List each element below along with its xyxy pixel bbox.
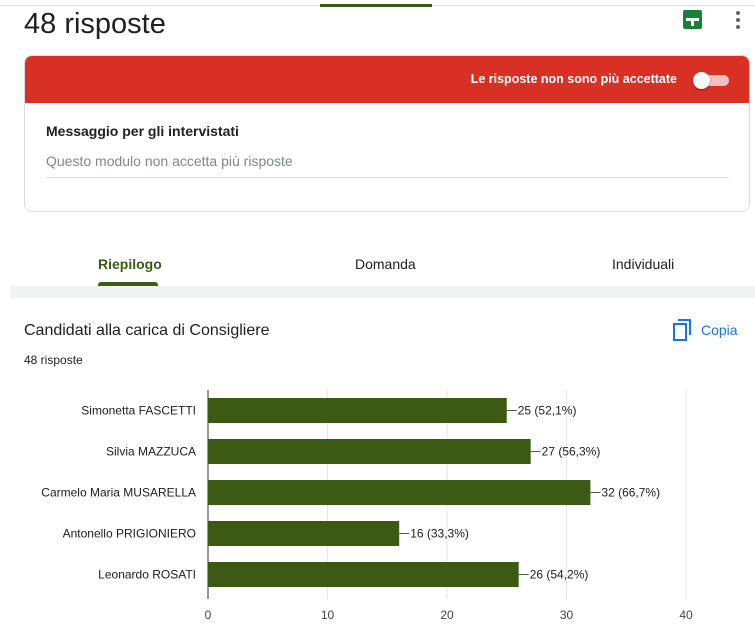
banner-text: Le risposte non sono più accettate: [470, 72, 677, 86]
bar: [208, 480, 591, 505]
toggle-thumb: [693, 72, 710, 89]
page-title: 48 risposte: [24, 8, 166, 40]
x-tick-label: 40: [679, 608, 693, 622]
category-label: Antonello PRIGIONIERO: [63, 527, 196, 541]
bar: [208, 562, 519, 587]
category-label: Silvia MAZZUCA: [106, 445, 196, 459]
bar: [208, 521, 400, 546]
tabs-divider: [10, 286, 755, 298]
category-label: Carmelo Maria MUSARELLA: [41, 486, 196, 500]
responses-card: Le risposte non sono più accettate Messa…: [24, 55, 750, 212]
data-label: 32 (66,7%): [601, 486, 660, 500]
x-tick-label: 30: [560, 608, 574, 622]
data-label: 25 (52,1%): [518, 404, 577, 418]
data-label: 27 (56,3%): [542, 445, 601, 459]
responses-status-banner: Le risposte non sono più accettate: [25, 56, 749, 103]
tab-individuali[interactable]: Individuali: [612, 256, 674, 272]
copy-label: Copia: [701, 322, 738, 338]
bar: [208, 439, 531, 464]
accept-responses-toggle[interactable]: [693, 72, 729, 89]
tab-domanda[interactable]: Domanda: [355, 256, 416, 272]
active-section-indicator: [320, 4, 432, 7]
message-label: Messaggio per gli intervistati: [46, 123, 239, 139]
copy-button[interactable]: Copia: [672, 318, 738, 342]
bar: [208, 398, 507, 423]
x-tick-label: 10: [321, 608, 335, 622]
category-label: Leonardo ROSATI: [98, 568, 196, 582]
question-title: Candidati alla carica di Consigliere: [24, 322, 270, 339]
x-tick-label: 0: [205, 608, 212, 622]
category-label: Simonetta FASCETTI: [81, 404, 196, 418]
x-tick-label: 20: [440, 608, 454, 622]
message-field[interactable]: Questo modulo non accetta più risposte: [46, 153, 729, 178]
response-count: 48 risposte: [24, 353, 83, 367]
more-vert-icon[interactable]: [736, 11, 740, 29]
bar-chart: 0 10 20 30 40 Simonetta FASCETTI 25 (52,1%) Sil…: [41, 390, 693, 622]
sheets-icon[interactable]: [683, 10, 702, 29]
data-label: 26 (54,2%): [530, 568, 589, 582]
data-label: 16 (33,3%): [410, 527, 469, 541]
tab-riepilogo[interactable]: Riepilogo: [98, 256, 162, 272]
copy-icon: [673, 319, 691, 341]
